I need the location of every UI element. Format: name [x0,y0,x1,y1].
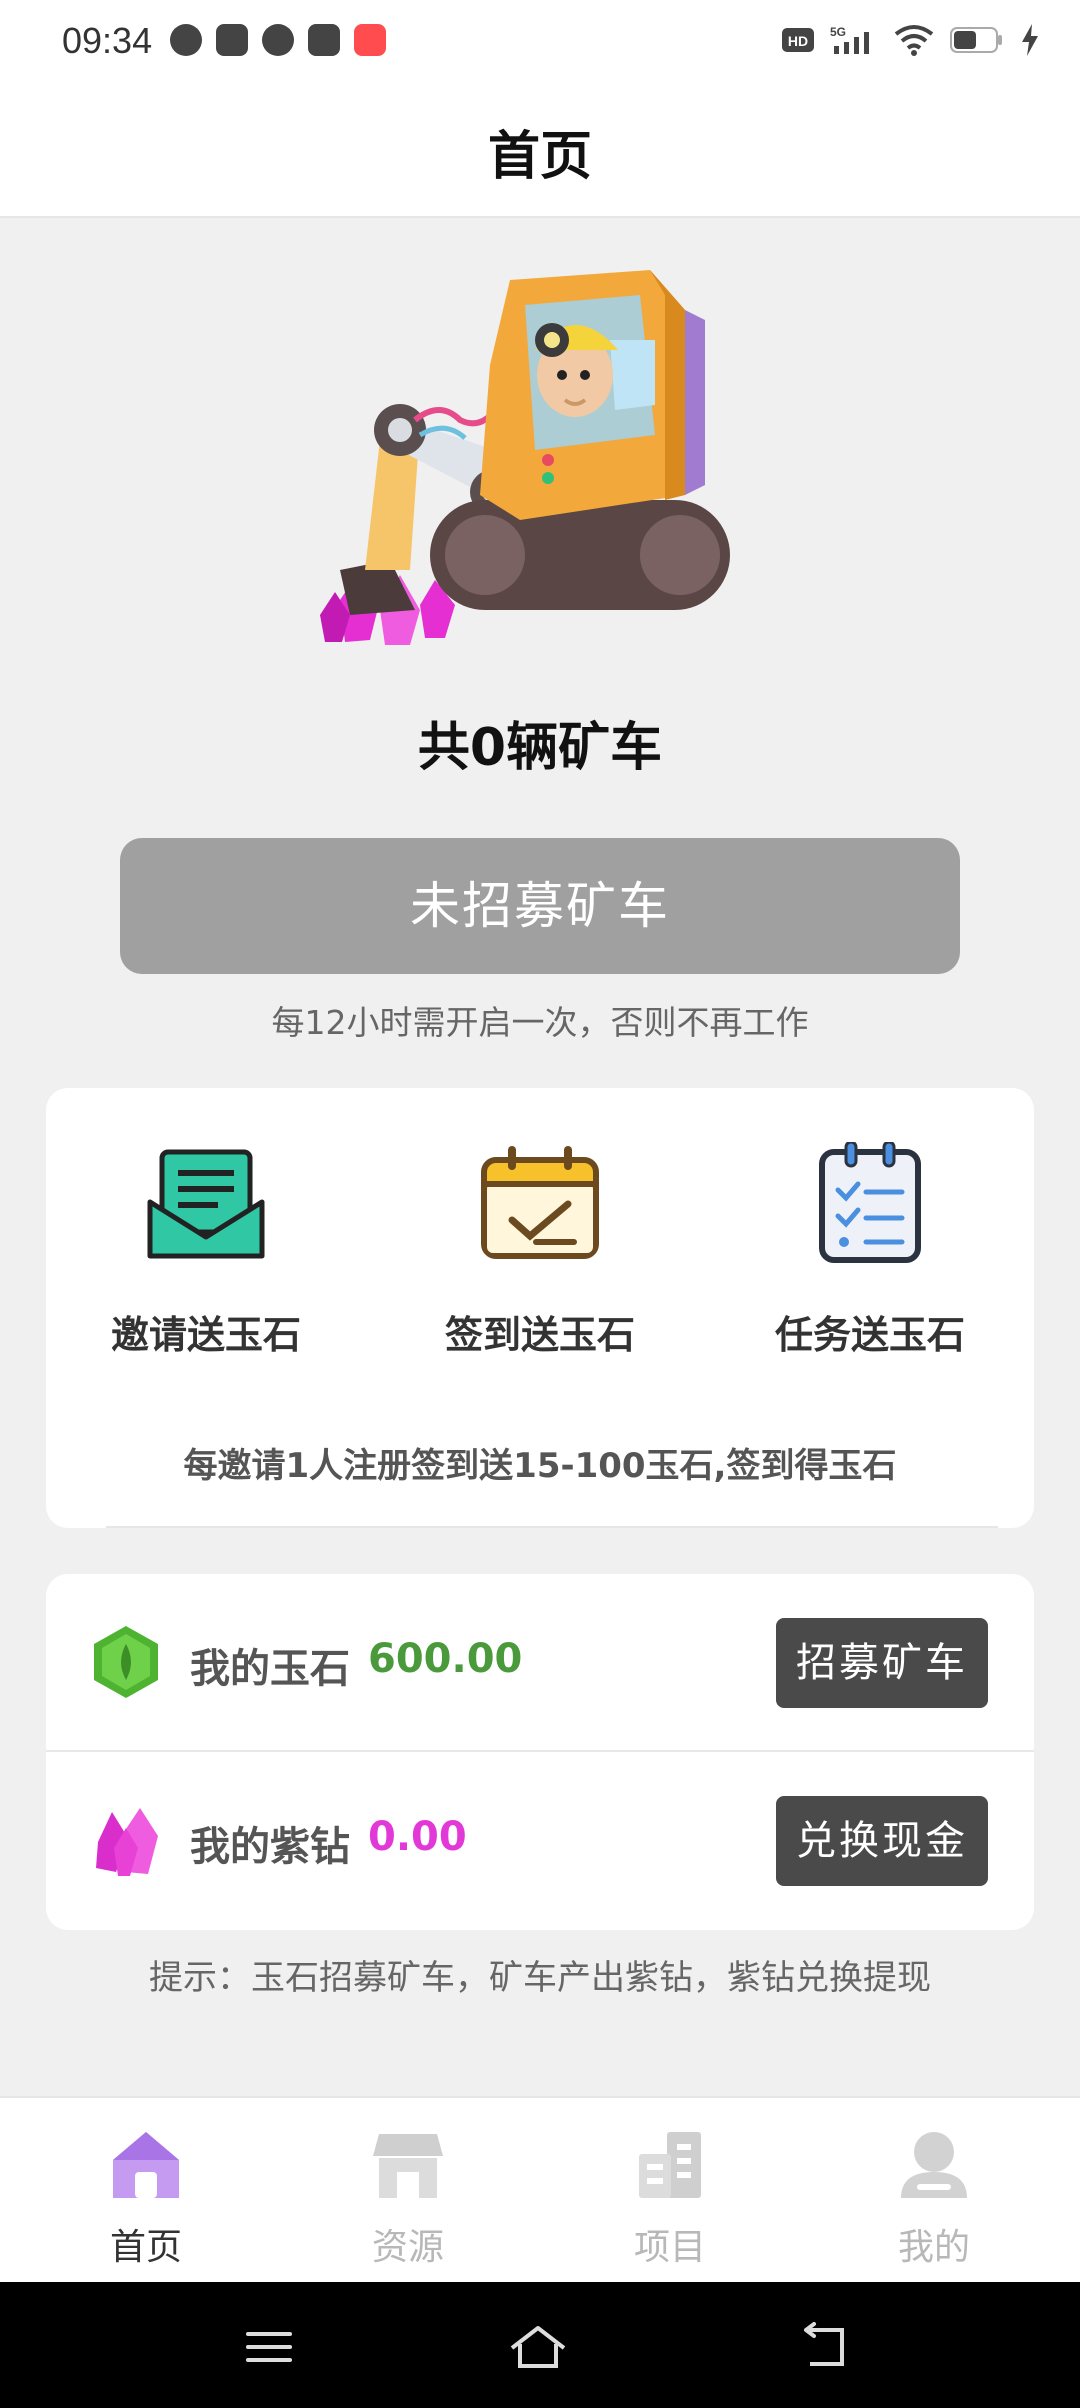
checkin-reward-action[interactable]: 签到送玉石 [390,1142,690,1359]
tab-home[interactable]: 首页 [46,2128,246,2270]
status-bar: 09:34 HD 5G [0,0,1080,84]
speed-icon [170,24,202,56]
balance-card: 我的玉石 600.00 招募矿车 我的紫钻 0.00 兑换现金 [46,1574,1034,1930]
excavator-illustration [320,270,730,645]
charging-icon [1022,24,1038,56]
buildings-icon [639,2132,701,2198]
tab-mine-label: 我的 [897,2227,970,2268]
invite-reward-label: 邀请送玉石 [110,1313,301,1357]
checkin-calendar-icon [481,1146,599,1259]
task-reward-label: 任务送玉石 [774,1313,965,1357]
tab-projects[interactable]: 项目 [570,2128,770,2270]
home-icon [113,2132,179,2198]
svg-text:5G: 5G [830,25,846,39]
task-reward-action[interactable]: 任务送玉石 [720,1140,1020,1359]
jade-value: 600.00 [368,1636,523,1682]
checkin-reward-label: 签到送玉石 [444,1313,635,1357]
page-title: 首页 [487,127,592,187]
recruit-status-button[interactable]: 未招募矿车 [120,838,960,974]
divider [106,1526,998,1528]
invite-envelope-icon [147,1149,265,1259]
tab-resources-label: 资源 [371,2227,444,2268]
diamond-value: 0.00 [368,1814,467,1860]
invite-note: 每邀请1人注册签到送15-100玉石,签到得玉石 [183,1446,897,1486]
exchange-cash-button[interactable]: 兑换现金 [776,1796,988,1886]
chat-icon [262,24,294,56]
back-icon[interactable] [796,2322,856,2372]
hd-icon: HD [782,28,814,52]
cart-count: 共0辆矿车 [417,718,663,778]
activation-hint: 每12小时需开启一次，否则不再工作 [271,1003,809,1042]
battery-icon [950,27,1002,53]
invite-reward-action[interactable]: 邀请送玉石 [56,1142,356,1359]
jade-label: 我的玉石 [190,1646,350,1692]
status-time: 09:34 [62,20,153,61]
tip-text: 提示：玉石招募矿车，矿车产出紫钻，紫钻兑换提现 [149,1958,931,1998]
store-icon [373,2134,443,2198]
wifi-icon [894,25,934,56]
purple-diamond-icon [96,1808,158,1876]
home-nav-icon[interactable] [508,2322,568,2372]
tab-home-label: 首页 [109,2227,182,2268]
tab-resources[interactable]: 资源 [308,2128,508,2270]
recruit-cart-button[interactable]: 招募矿车 [776,1618,988,1708]
system-navigation-bar [0,2282,1080,2408]
app-icon [354,24,386,56]
5g-signal-icon: 5G [830,25,869,54]
jade-balance-row: 我的玉石 600.00 招募矿车 [46,1574,1034,1752]
menu-icon[interactable] [240,2322,300,2372]
title-bar: 首页 [0,84,1080,218]
tab-projects-label: 项目 [633,2227,706,2268]
bottom-tab-bar: 首页 资源 项目 我的 [0,2096,1080,2282]
jade-gem-icon [94,1626,158,1698]
task-checklist-icon [819,1140,921,1263]
user-icon [901,2132,967,2198]
notification-icons [170,24,386,56]
bag-icon [308,24,340,56]
system-icons: HD 5G [782,24,1040,56]
tab-mine[interactable]: 我的 [834,2128,1034,2270]
rewards-card: 邀请送玉石 签到送玉石 任务送玉石 每邀请1人注册签到送15-100玉石,签到得… [46,1088,1034,1528]
diamond-label: 我的紫钻 [190,1824,350,1870]
diamond-balance-row: 我的紫钻 0.00 兑换现金 [46,1752,1034,1930]
svg-text:HD: HD [788,33,808,49]
calendar-icon [216,24,248,56]
